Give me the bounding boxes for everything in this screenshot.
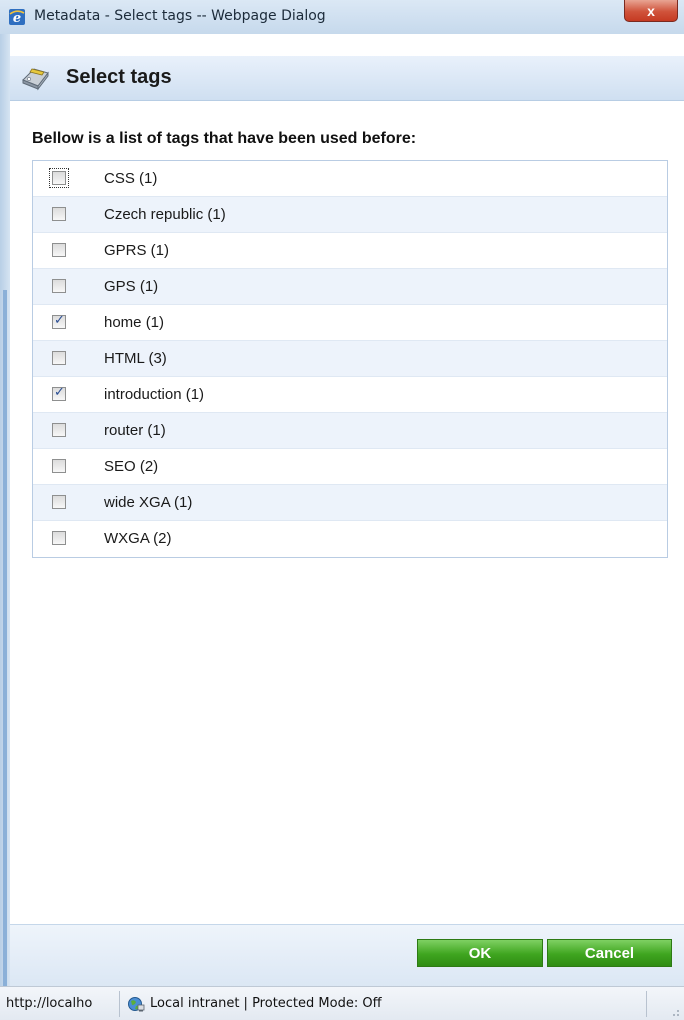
svg-text:e: e — [13, 11, 21, 26]
tag-checkbox[interactable] — [52, 423, 66, 437]
tag-label: Czech republic (1) — [104, 206, 226, 223]
ok-button[interactable]: OK — [417, 939, 543, 967]
dialog-window: e Metadata - Select tags -- Webpage Dial… — [0, 0, 684, 1020]
tag-row: wide XGA (1) — [33, 485, 667, 521]
tag-label: router (1) — [104, 422, 166, 439]
tag-row: CSS (1) — [33, 161, 667, 197]
close-button[interactable]: x — [624, 0, 678, 22]
window-left-border — [0, 34, 10, 1020]
checkmark-icon: ✓ — [54, 313, 65, 328]
window-title: Metadata - Select tags -- Webpage Dialog — [34, 8, 326, 24]
tag-row: GPS (1) — [33, 269, 667, 305]
tag-checkbox[interactable] — [52, 531, 66, 545]
header-spacer — [10, 34, 684, 56]
tag-label: introduction (1) — [104, 386, 205, 403]
tag-checkbox[interactable]: ✓ — [52, 313, 66, 329]
tag-row: ✓ introduction (1) — [33, 377, 667, 413]
tag-label: CSS (1) — [104, 170, 158, 187]
ie-icon: e — [9, 9, 25, 26]
tag-checkbox[interactable] — [49, 168, 69, 188]
tag-checkbox[interactable] — [52, 459, 66, 473]
resize-grip-icon[interactable] — [668, 1005, 680, 1017]
status-divider — [646, 991, 647, 1017]
tag-label: SEO (2) — [104, 458, 159, 475]
tag-row: HTML (3) — [33, 341, 667, 377]
tag-list: CSS (1) Czech republic (1) GPRS (1) GPS … — [32, 160, 668, 558]
dialog-content: Select tags Bellow is a list of tags tha… — [10, 34, 684, 987]
title-bar: e Metadata - Select tags -- Webpage Dial… — [0, 0, 684, 34]
tag-checkbox[interactable] — [52, 243, 66, 257]
tag-row: Czech republic (1) — [33, 197, 667, 233]
tag-checkbox[interactable] — [52, 279, 66, 293]
tag-label: GPS (1) — [104, 278, 159, 295]
status-divider — [119, 991, 120, 1017]
tag-label: home (1) — [104, 314, 165, 331]
status-bar: http://localho Local intranet | Protecte… — [0, 986, 684, 1020]
cancel-button[interactable]: Cancel — [547, 939, 672, 967]
dialog-footer: OK Cancel — [10, 924, 684, 987]
tag-checkbox[interactable] — [52, 495, 66, 509]
tag-icon — [22, 68, 49, 91]
tag-label: wide XGA (1) — [104, 494, 193, 511]
tags-intro-text: Bellow is a list of tags that have been … — [32, 130, 417, 147]
tag-checkbox[interactable]: ✓ — [52, 385, 66, 401]
tag-checkbox[interactable] — [52, 351, 66, 365]
tag-row: SEO (2) — [33, 449, 667, 485]
tag-label: HTML (3) — [104, 350, 167, 367]
tag-checkbox[interactable] — [52, 207, 66, 221]
tag-row: WXGA (2) — [33, 521, 667, 557]
border-accent — [3, 290, 7, 1020]
close-icon: x — [647, 2, 655, 19]
security-zone-text: Local intranet | Protected Mode: Off — [150, 996, 382, 1011]
status-url: http://localho — [6, 996, 93, 1011]
dialog-header: Select tags — [10, 56, 684, 101]
tag-row: ✓ home (1) — [33, 305, 667, 341]
globe-icon — [128, 997, 145, 1012]
page-title: Select tags — [66, 66, 172, 88]
tag-label: GPRS (1) — [104, 242, 170, 259]
tag-row: router (1) — [33, 413, 667, 449]
tag-row: GPRS (1) — [33, 233, 667, 269]
checkmark-icon: ✓ — [54, 385, 65, 400]
tag-label: WXGA (2) — [104, 530, 172, 547]
